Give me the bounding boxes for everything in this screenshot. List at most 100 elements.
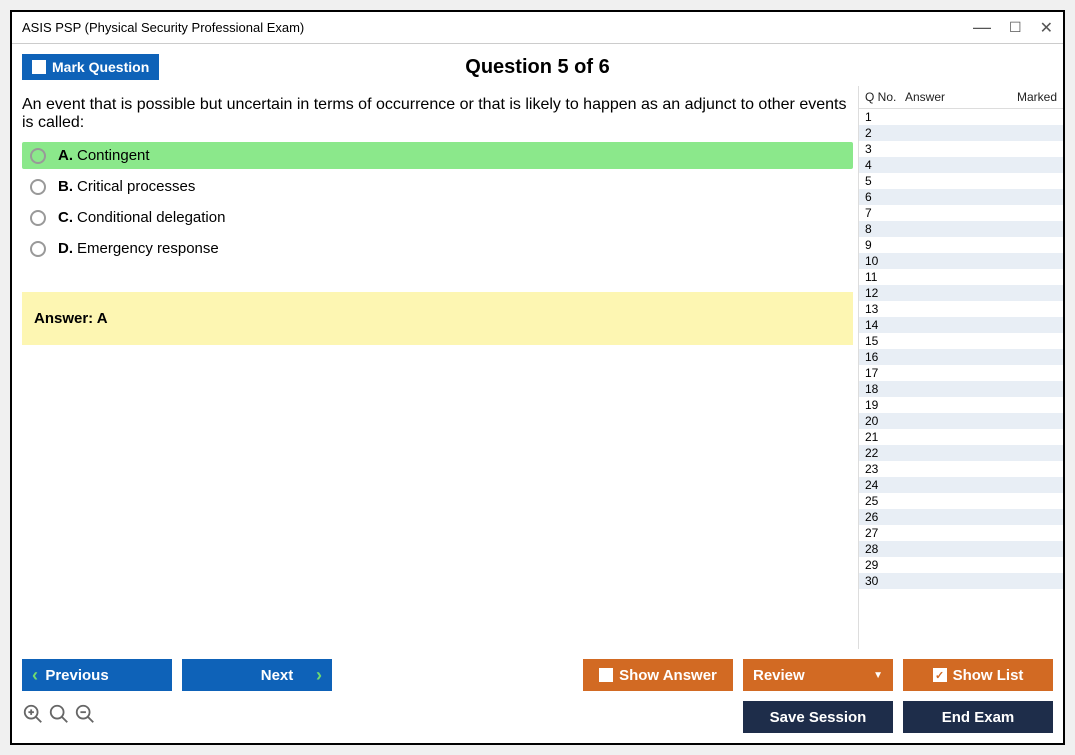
list-row[interactable]: 5 — [859, 173, 1063, 189]
row-qno: 9 — [865, 238, 905, 252]
question-pane: An event that is possible but uncertain … — [12, 86, 858, 649]
list-row[interactable]: 22 — [859, 445, 1063, 461]
window-title: ASIS PSP (Physical Security Professional… — [22, 20, 304, 35]
zoom-controls — [22, 703, 96, 731]
list-row[interactable]: 30 — [859, 573, 1063, 589]
close-icon[interactable]: ✕ — [1040, 18, 1053, 38]
list-row[interactable]: 13 — [859, 301, 1063, 317]
list-row[interactable]: 2 — [859, 125, 1063, 141]
col-qno: Q No. — [865, 90, 905, 104]
list-row[interactable]: 9 — [859, 237, 1063, 253]
show-list-button[interactable]: ✓ Show List — [903, 659, 1053, 691]
list-row[interactable]: 3 — [859, 141, 1063, 157]
chevron-left-icon: ‹ — [32, 665, 38, 686]
options-group: A.Contingent B.Critical processes C.Condit… — [22, 142, 853, 262]
radio-icon — [30, 179, 46, 195]
app-window: ASIS PSP (Physical Security Professional… — [10, 10, 1065, 745]
list-row[interactable]: 12 — [859, 285, 1063, 301]
review-label: Review — [753, 667, 805, 684]
zoom-in-icon[interactable] — [22, 703, 44, 731]
option-text: Emergency response — [77, 240, 219, 257]
list-row[interactable]: 26 — [859, 509, 1063, 525]
next-button[interactable]: Next › — [182, 659, 332, 691]
row-qno: 26 — [865, 510, 905, 524]
list-row[interactable]: 21 — [859, 429, 1063, 445]
save-session-button[interactable]: Save Session — [743, 701, 893, 733]
row-qno: 18 — [865, 382, 905, 396]
list-row[interactable]: 11 — [859, 269, 1063, 285]
row-qno: 28 — [865, 542, 905, 556]
radio-icon — [30, 148, 46, 164]
list-row[interactable]: 16 — [859, 349, 1063, 365]
row-qno: 5 — [865, 174, 905, 188]
checkbox-icon — [32, 60, 46, 74]
minimize-icon[interactable]: — — [973, 17, 991, 38]
list-row[interactable]: 19 — [859, 397, 1063, 413]
list-row[interactable]: 1 — [859, 109, 1063, 125]
option-b[interactable]: B.Critical processes — [22, 173, 853, 200]
list-row[interactable]: 29 — [859, 557, 1063, 573]
row-qno: 21 — [865, 430, 905, 444]
window-controls: — ☐ ✕ — [973, 17, 1053, 38]
row-qno: 12 — [865, 286, 905, 300]
list-row[interactable]: 20 — [859, 413, 1063, 429]
title-bar: ASIS PSP (Physical Security Professional… — [12, 12, 1063, 44]
zoom-icon[interactable] — [48, 703, 70, 731]
list-row[interactable]: 23 — [859, 461, 1063, 477]
row-qno: 27 — [865, 526, 905, 540]
maximize-icon[interactable]: ☐ — [1009, 19, 1022, 36]
list-row[interactable]: 28 — [859, 541, 1063, 557]
row-qno: 24 — [865, 478, 905, 492]
option-c[interactable]: C.Conditional delegation — [22, 204, 853, 231]
show-list-label: Show List — [953, 667, 1024, 684]
top-bar: Mark Question Question 5 of 6 — [12, 44, 1063, 86]
end-exam-button[interactable]: End Exam — [903, 701, 1053, 733]
checkbox-icon — [599, 668, 613, 682]
row-qno: 19 — [865, 398, 905, 412]
previous-button[interactable]: ‹ Previous — [22, 659, 172, 691]
footer-row-1: ‹ Previous Next › Show Answer Review ▼ ✓… — [22, 659, 1053, 691]
review-button[interactable]: Review ▼ — [743, 659, 893, 691]
question-list-panel: Q No. Answer Marked 12345678910111213141… — [858, 86, 1063, 649]
list-row[interactable]: 4 — [859, 157, 1063, 173]
row-qno: 30 — [865, 574, 905, 588]
main-area: An event that is possible but uncertain … — [12, 86, 1063, 649]
footer: ‹ Previous Next › Show Answer Review ▼ ✓… — [12, 649, 1063, 743]
list-row[interactable]: 27 — [859, 525, 1063, 541]
option-a[interactable]: A.Contingent — [22, 142, 853, 169]
end-exam-label: End Exam — [942, 709, 1015, 726]
row-qno: 14 — [865, 318, 905, 332]
option-letter: B. — [58, 178, 73, 195]
option-letter: A. — [58, 147, 73, 164]
list-row[interactable]: 7 — [859, 205, 1063, 221]
list-row[interactable]: 10 — [859, 253, 1063, 269]
option-d[interactable]: D.Emergency response — [22, 235, 853, 262]
option-text: Contingent — [77, 147, 150, 164]
row-qno: 7 — [865, 206, 905, 220]
list-body[interactable]: 1234567891011121314151617181920212223242… — [859, 109, 1063, 649]
next-label: Next — [261, 667, 294, 684]
answer-box: Answer: A — [22, 292, 853, 345]
list-row[interactable]: 25 — [859, 493, 1063, 509]
show-answer-button[interactable]: Show Answer — [583, 659, 733, 691]
col-answer: Answer — [905, 90, 1007, 104]
previous-label: Previous — [45, 667, 108, 684]
row-qno: 8 — [865, 222, 905, 236]
row-qno: 3 — [865, 142, 905, 156]
row-qno: 11 — [865, 270, 905, 284]
list-row[interactable]: 17 — [859, 365, 1063, 381]
mark-question-button[interactable]: Mark Question — [22, 54, 159, 80]
list-row[interactable]: 24 — [859, 477, 1063, 493]
list-row[interactable]: 14 — [859, 317, 1063, 333]
chevron-right-icon: › — [316, 665, 322, 686]
list-row[interactable]: 6 — [859, 189, 1063, 205]
list-row[interactable]: 15 — [859, 333, 1063, 349]
list-row[interactable]: 18 — [859, 381, 1063, 397]
list-row[interactable]: 8 — [859, 221, 1063, 237]
row-qno: 17 — [865, 366, 905, 380]
option-text: Conditional delegation — [77, 209, 225, 226]
show-answer-label: Show Answer — [619, 667, 717, 684]
row-qno: 4 — [865, 158, 905, 172]
zoom-out-icon[interactable] — [74, 703, 96, 731]
radio-icon — [30, 241, 46, 257]
